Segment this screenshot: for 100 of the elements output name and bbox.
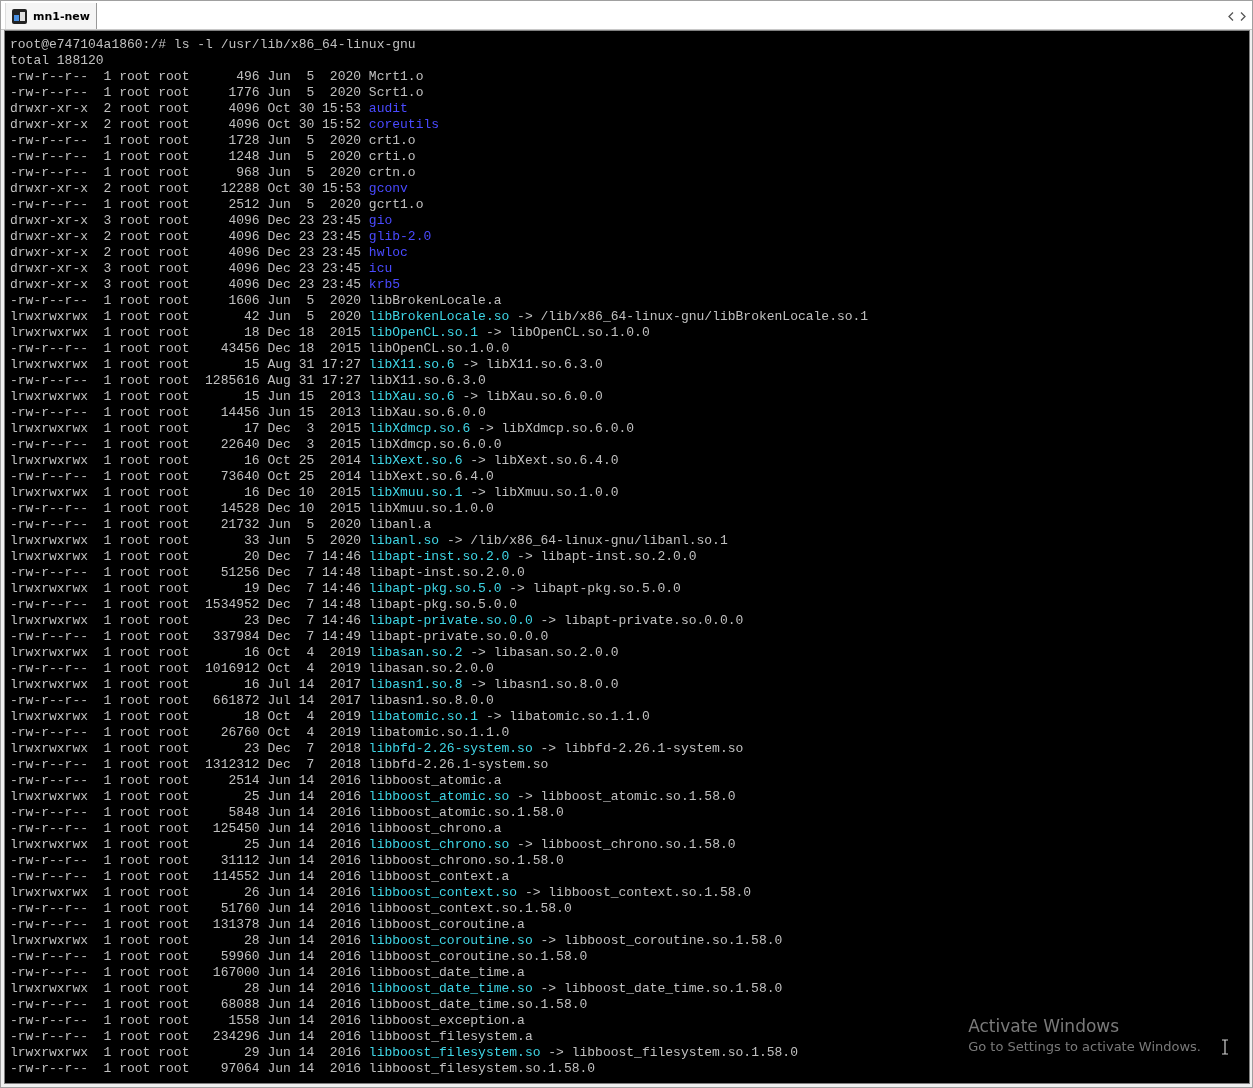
file-name: libbfd-2.26.1-system.so [368, 757, 549, 773]
file-name: gcrt1.o [368, 197, 424, 213]
file-details: lrwxrwxrwx 1 root root 16 Oct 4 2019 [10, 645, 362, 661]
terminal-screen[interactable] [4, 30, 1250, 1084]
file-name: libXau.so.6 [368, 389, 455, 405]
file-name: libboost_context.so [368, 885, 518, 901]
file-details: -rw-r--r-- 1 root root 1016912 Oct 4 2019 [10, 661, 362, 677]
file-name: gconv [368, 181, 408, 197]
file-details: lrwxrwxrwx 1 root root 15 Aug 31 17:27 [10, 357, 362, 373]
text-cursor-icon [1221, 1039, 1229, 1055]
link-target: -> libboost_filesystem.so.1.58.0 [548, 1045, 798, 1061]
activation-title: Activate Windows [968, 1015, 1121, 1037]
link-target: -> libXdmcp.so.6.0.0 [478, 421, 635, 437]
file-details: lrwxrwxrwx 1 root root 28 Jun 14 2016 [10, 933, 362, 949]
session-tab[interactable]: mn1-new [5, 3, 97, 29]
file-name: libOpenCL.so.1 [368, 325, 479, 341]
link-target: -> libboost_date_time.so.1.58.0 [540, 981, 783, 997]
file-name: libXext.so.6.4.0 [368, 469, 494, 485]
file-details: -rw-r--r-- 1 root root 26760 Oct 4 2019 [10, 725, 362, 741]
file-details: -rw-r--r-- 1 root root 1606 Jun 5 2020 [10, 293, 362, 309]
link-target: -> /lib/x86_64-linux-gnu/libBrokenLocale.so.1 [517, 309, 869, 325]
file-details: lrwxrwxrwx 1 root root 18 Oct 4 2019 [10, 709, 362, 725]
link-target: -> libasan.so.2.0.0 [470, 645, 619, 661]
link-target: -> libXmuu.so.1.0.0 [470, 485, 619, 501]
file-details: drwxr-xr-x 3 root root 4096 Dec 23 23:45 [10, 277, 362, 293]
file-details: lrwxrwxrwx 1 root root 18 Dec 18 2015 [10, 325, 362, 341]
file-name: libboost_filesystem.a [368, 1029, 533, 1045]
file-name: libboost_atomic.a [368, 773, 502, 789]
file-name: libasn1.so.8.0.0 [368, 693, 494, 709]
file-details: -rw-r--r-- 1 root root 22640 Dec 3 2015 [10, 437, 362, 453]
file-name: coreutils [368, 117, 440, 133]
file-details: -rw-r--r-- 1 root root 14456 Jun 15 2013 [10, 405, 362, 421]
file-details: lrwxrwxrwx 1 root root 25 Jun 14 2016 [10, 789, 362, 805]
file-details: drwxr-xr-x 2 root root 4096 Dec 23 23:45 [10, 245, 362, 261]
file-name: libboost_coroutine.so.1.58.0 [368, 949, 588, 965]
link-target: -> libbfd-2.26.1-system.so [540, 741, 744, 757]
file-name: libXmuu.so.1.0.0 [368, 501, 494, 517]
file-name: gio [368, 213, 393, 229]
file-name: libboost_filesystem.so.1.58.0 [368, 1061, 596, 1077]
file-name: libboost_chrono.so.1.58.0 [368, 853, 564, 869]
file-details: -rw-r--r-- 1 root root 21732 Jun 5 2020 [10, 517, 362, 533]
file-name: krb5 [368, 277, 401, 293]
file-name: libboost_date_time.so.1.58.0 [368, 997, 588, 1013]
file-details: -rw-r--r-- 1 root root 31112 Jun 14 2016 [10, 853, 362, 869]
file-name: libbfd-2.26-system.so [368, 741, 533, 757]
file-details: lrwxrwxrwx 1 root root 16 Jul 14 2017 [10, 677, 362, 693]
file-details: drwxr-xr-x 2 root root 4096 Dec 23 23:45 [10, 229, 362, 245]
file-name: libatomic.so.1 [368, 709, 479, 725]
file-name: libBrokenLocale.a [368, 293, 502, 309]
file-details: -rw-r--r-- 1 root root 968 Jun 5 2020 [10, 165, 362, 181]
file-name: libboost_atomic.so [368, 789, 510, 805]
link-target: -> libboost_atomic.so.1.58.0 [517, 789, 736, 805]
activation-message: Go to Settings to activate Windows. [968, 1038, 1201, 1056]
link-target: -> libapt-inst.so.2.0.0 [517, 549, 697, 565]
total-line: total 188120 [10, 53, 104, 69]
file-name: libasn1.so.8 [368, 677, 463, 693]
file-name: libboost_context.a [368, 869, 510, 885]
file-name: libapt-inst.so.2.0.0 [368, 565, 525, 581]
file-details: -rw-r--r-- 1 root root 125450 Jun 14 2016 [10, 821, 362, 837]
file-details: lrwxrwxrwx 1 root root 23 Dec 7 2018 [10, 741, 362, 757]
file-name: Scrt1.o [368, 85, 424, 101]
file-details: lrwxrwxrwx 1 root root 26 Jun 14 2016 [10, 885, 362, 901]
file-details: -rw-r--r-- 1 root root 131378 Jun 14 2016 [10, 917, 362, 933]
file-details: lrwxrwxrwx 1 root root 23 Dec 7 14:46 [10, 613, 362, 629]
file-details: -rw-r--r-- 1 root root 59960 Jun 14 2016 [10, 949, 362, 965]
file-name: libanl.a [368, 517, 432, 533]
file-details: lrwxrwxrwx 1 root root 20 Dec 7 14:46 [10, 549, 362, 565]
file-details: -rw-r--r-- 1 root root 2512 Jun 5 2020 [10, 197, 362, 213]
file-details: lrwxrwxrwx 1 root root 15 Jun 15 2013 [10, 389, 362, 405]
file-details: drwxr-xr-x 2 root root 4096 Oct 30 15:52 [10, 117, 362, 133]
file-name: libboost_coroutine.a [368, 917, 525, 933]
file-details: -rw-r--r-- 1 root root 114552 Jun 14 2016 [10, 869, 362, 885]
file-details: drwxr-xr-x 3 root root 4096 Dec 23 23:45 [10, 261, 362, 277]
file-details: -rw-r--r-- 1 root root 1776 Jun 5 2020 [10, 85, 362, 101]
file-details: lrwxrwxrwx 1 root root 42 Jun 5 2020 [10, 309, 362, 325]
file-details: -rw-r--r-- 1 root root 1248 Jun 5 2020 [10, 149, 362, 165]
file-name: crt1.o [368, 133, 416, 149]
file-name: libapt-inst.so.2.0 [368, 549, 510, 565]
chevron-left-icon[interactable] [1228, 11, 1234, 21]
file-name: libasan.so.2.0.0 [368, 661, 494, 677]
file-name: libboost_filesystem.so [368, 1045, 541, 1061]
file-name: icu [368, 261, 393, 277]
file-details: -rw-r--r-- 1 root root 1728 Jun 5 2020 [10, 133, 362, 149]
file-details: lrwxrwxrwx 1 root root 25 Jun 14 2016 [10, 837, 362, 853]
file-name: libXmuu.so.1 [368, 485, 463, 501]
file-name: libOpenCL.so.1.0.0 [368, 341, 510, 357]
file-details: -rw-r--r-- 1 root root 5848 Jun 14 2016 [10, 805, 362, 821]
link-target: -> libboost_coroutine.so.1.58.0 [540, 933, 783, 949]
file-details: -rw-r--r-- 1 root root 73640 Oct 25 2014 [10, 469, 362, 485]
file-name: libapt-private.so.0.0.0 [368, 629, 549, 645]
file-name: libanl.so [368, 533, 440, 549]
file-name: libX11.so.6.3.0 [368, 373, 486, 389]
file-details: drwxr-xr-x 3 root root 4096 Dec 23 23:45 [10, 213, 362, 229]
file-name: libXau.so.6.0.0 [368, 405, 486, 421]
file-details: -rw-r--r-- 1 root root 1534952 Dec 7 14:48 [10, 597, 362, 613]
file-name: libboost_chrono.a [368, 821, 502, 837]
file-details: -rw-r--r-- 1 root root 1312312 Dec 7 2018 [10, 757, 362, 773]
file-name: libapt-private.so.0.0 [368, 613, 533, 629]
file-details: -rw-r--r-- 1 root root 661872 Jul 14 2017 [10, 693, 362, 709]
chevron-right-icon[interactable] [1240, 11, 1246, 21]
